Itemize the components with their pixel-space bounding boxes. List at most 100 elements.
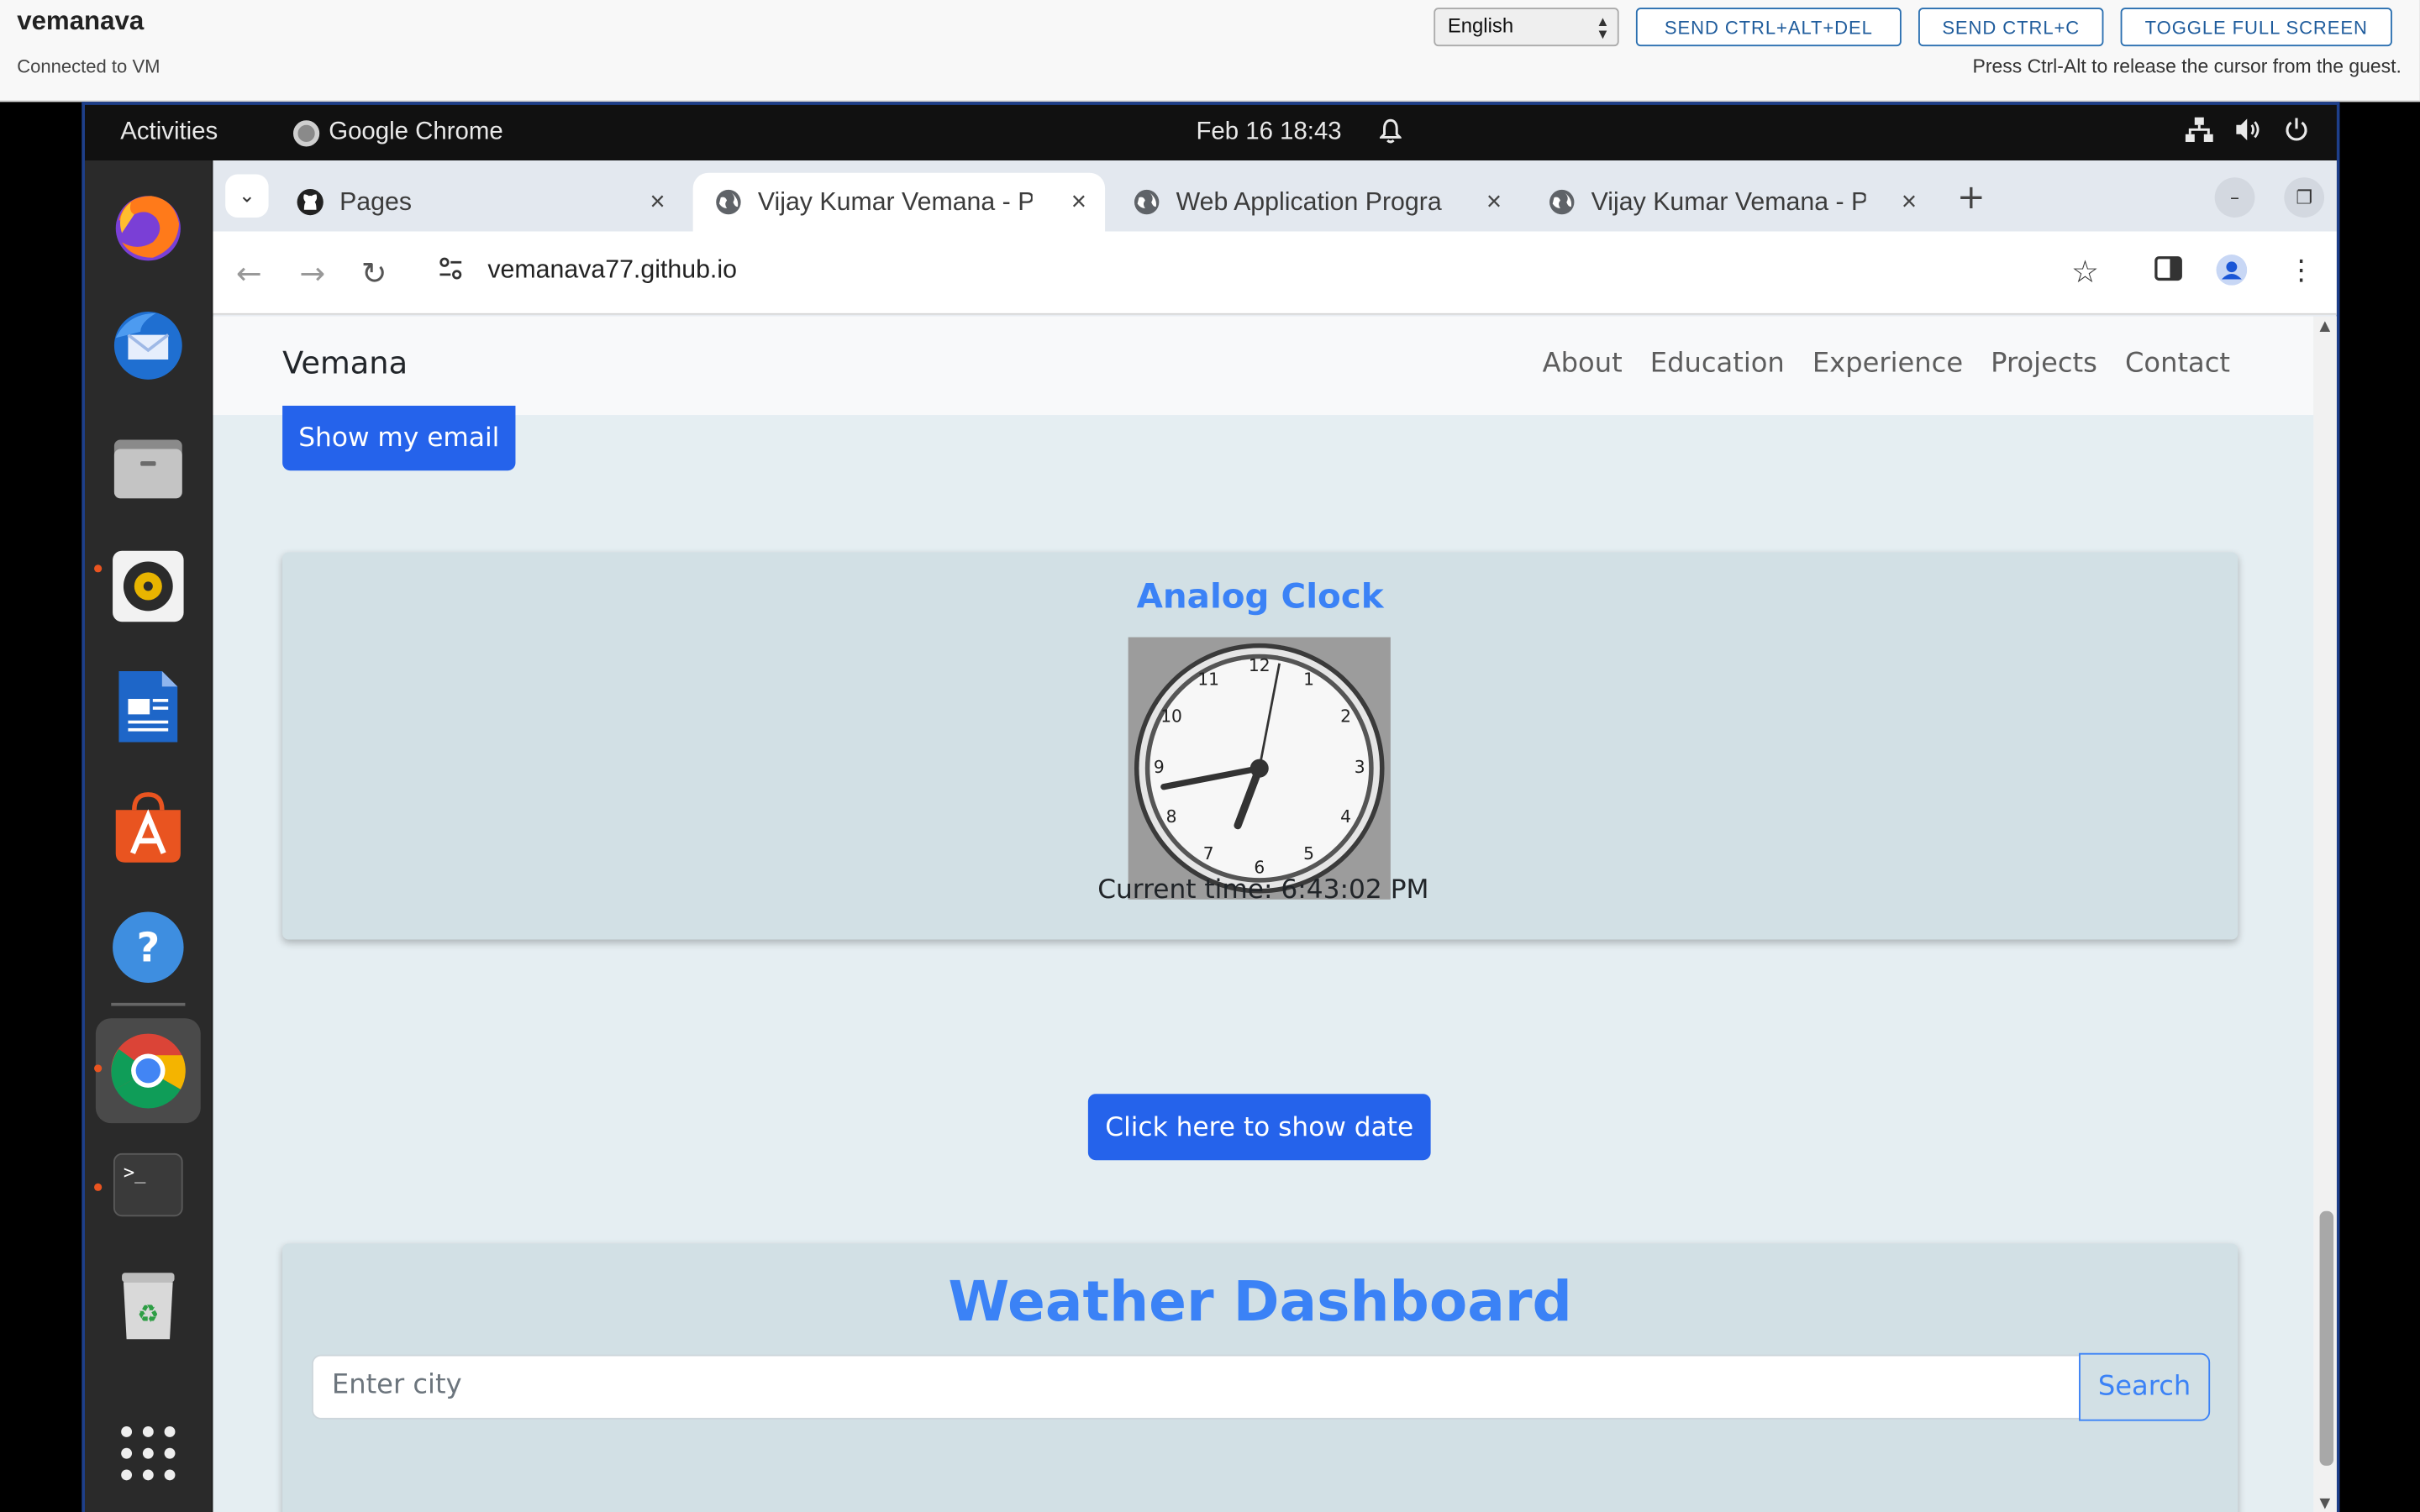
vm-name: vemanava [17,6,145,36]
minimize-icon[interactable]: – [2214,177,2255,218]
power-icon [2284,118,2308,150]
scroll-down-arrow-icon[interactable]: ▼ [2320,1497,2331,1512]
running-indicator [94,1183,103,1191]
site-brand[interactable]: Vemana [282,344,408,381]
tab-title: Vijay Kumar Vemana - Pr [1591,187,1866,216]
firefox-icon[interactable] [108,185,189,265]
side-panel-icon[interactable] [2154,255,2182,290]
trash-icon[interactable]: ♻ [108,1265,189,1346]
vm-connection-status: Connected to VM [17,55,160,77]
globe-icon [1133,188,1160,216]
libreoffice-writer-icon[interactable] [108,666,189,747]
clock-numeral: 10 [1160,706,1182,727]
current-time-text: Current time: 6:43:02 PM [1097,874,1429,906]
clock-numeral: 12 [1249,655,1270,675]
nav-link-about[interactable]: About [1543,349,1623,380]
globe-icon [714,188,742,216]
city-search-input[interactable]: Enter city [312,1354,2081,1420]
dock-separator [111,1002,186,1006]
more-options-icon[interactable]: ⋮ [2287,255,2315,287]
chevron-down-icon: ⌄ [238,184,255,208]
system-tray[interactable] [2185,117,2309,150]
tab-search-button[interactable]: ⌄ [225,174,269,218]
url-text: vemanava77.github.io [487,255,737,284]
close-tab-icon[interactable]: × [1902,186,1917,218]
chrome-icon[interactable] [95,1018,201,1124]
clock-numeral: 11 [1197,669,1219,689]
weather-dashboard-title: Weather Dashboard [948,1271,1572,1335]
clock-numeral: 3 [1355,757,1365,777]
chrome-window: ⌄ Pages × Vijay Kumar Vemana - Pr × Web … [213,160,2337,1512]
app-menu[interactable]: Google Chrome [292,118,503,146]
show-date-button[interactable]: Click here to show date [1087,1094,1431,1161]
activities-button[interactable]: Activities [120,118,218,146]
tab-vijay-kumar-vemana[interactable]: Vijay Kumar Vemana - Pr × [1526,173,1935,232]
svg-text:♻: ♻ [137,1299,159,1328]
tab-title: Vijay Kumar Vemana - Pr [757,187,1033,216]
tab-pages[interactable]: Pages × [275,173,684,232]
send-ctrl-c-button[interactable]: SEND CTRL+C [1918,8,2104,47]
app-center-icon[interactable] [108,787,189,868]
forward-arrow-icon[interactable]: → [299,255,325,291]
nav-link-projects[interactable]: Projects [1991,349,2097,380]
new-tab-icon[interactable]: + [1957,179,1986,218]
site-settings-icon[interactable] [439,256,466,284]
select-arrows-icon: ▲ ▼ [1596,13,1610,42]
app-grid-icon[interactable] [108,1413,189,1494]
globe-icon [1548,188,1576,216]
close-tab-icon[interactable]: × [1486,186,1502,218]
maximize-icon[interactable]: ❐ [2284,177,2325,218]
scrollbar-thumb[interactable] [2319,1210,2334,1466]
clock-numeral: 8 [1166,806,1177,827]
app-menu-label: Google Chrome [329,118,503,145]
weather-search-button[interactable]: Search [2079,1352,2211,1421]
page-scrollbar[interactable]: ▲ ▼ [2313,316,2337,1512]
nav-link-experience[interactable]: Experience [1812,349,1963,380]
language-select[interactable]: English ▲ ▼ [1434,8,1619,47]
analog-clock: 12 1 2 3 4 5 6 7 8 9 10 11 [1128,637,1391,900]
clock-numeral: 5 [1303,843,1314,864]
site-navbar: Vemana About Education Experience Projec… [213,316,2314,416]
page-viewport: Vemana About Education Experience Projec… [213,316,2337,1512]
tab-web-application-programming[interactable]: Web Application Progra × [1111,173,1520,232]
date-time[interactable]: Feb 16 18:43 [1196,118,1341,146]
back-arrow-icon[interactable]: ← [236,255,262,291]
chrome-small-icon [292,119,320,146]
vm-display[interactable]: Activities Google Chrome Feb 16 18:43 ? … [82,102,2340,1512]
reload-icon[interactable]: ↻ [361,255,387,291]
address-bar[interactable]: vemanava77.github.io ☆ [423,240,2121,306]
files-icon[interactable] [108,426,189,507]
github-icon [297,188,324,216]
svg-text:?: ? [136,925,160,971]
nav-link-education[interactable]: Education [1650,349,1785,380]
ubuntu-dock: ? >_ ♻ [85,160,212,1512]
profile-avatar-icon[interactable] [2216,255,2248,293]
screen: vemanava Connected to VM English ▲ ▼ SEND… [0,0,2420,1512]
toggle-full-screen-button[interactable]: TOGGLE FULL SCREEN [2120,8,2392,47]
thunderbird-icon[interactable] [108,306,189,386]
clock-numeral: 4 [1340,806,1351,827]
show-email-button[interactable]: Show my email [282,406,516,471]
close-tab-icon[interactable]: × [1071,186,1086,218]
tab-vijay-kumar-vemana-active[interactable]: Vijay Kumar Vemana - Pr × [692,172,1106,232]
scroll-up-arrow-icon[interactable]: ▲ [2320,319,2331,334]
tab-strip: ⌄ Pages × Vijay Kumar Vemana - Pr × Web … [213,160,2337,232]
help-icon[interactable]: ? [108,907,189,988]
clock-numeral: 2 [1340,706,1351,727]
tab-title: Pages [339,187,413,216]
release-cursor-hint: Press Ctrl-Alt to release the cursor fro… [1972,55,2402,77]
rhythmbox-icon[interactable] [108,546,189,627]
running-indicator [94,564,103,573]
vm-console-header: vemanava Connected to VM English ▲ ▼ SEND… [0,0,2420,102]
analog-clock-title: Analog Clock [1136,578,1384,617]
close-tab-icon[interactable]: × [650,186,665,218]
tab-title: Web Application Progra [1176,187,1442,216]
terminal-icon[interactable]: >_ [108,1145,189,1226]
bookmark-star-icon[interactable]: ☆ [2071,253,2099,290]
running-indicator [94,1064,103,1073]
nav-link-contact[interactable]: Contact [2125,349,2230,380]
clock-center [1249,759,1269,778]
notification-bell-icon [1378,118,1403,150]
site-nav-links: About Education Experience Projects Cont… [1543,349,2230,380]
send-ctrl-alt-del-button[interactable]: SEND CTRL+ALT+DEL [1635,8,1902,47]
